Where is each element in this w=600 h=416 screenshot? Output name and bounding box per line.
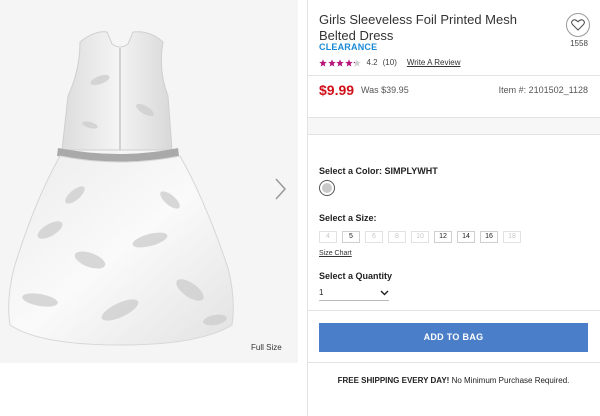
rating-stars [319, 58, 362, 67]
star-icon [319, 58, 327, 67]
size-option[interactable]: 6 [365, 231, 383, 243]
size-option[interactable]: 4 [319, 231, 337, 243]
size-option[interactable]: 14 [457, 231, 475, 243]
color-label: Select a Color: SIMPLYWHT [319, 166, 438, 176]
divider [308, 75, 600, 76]
star-icon [344, 58, 353, 67]
rating-value: 4.2 [366, 58, 378, 67]
next-image-arrow-icon[interactable] [270, 175, 290, 203]
divider [308, 362, 600, 363]
heart-icon [571, 19, 585, 31]
favorite-button[interactable] [566, 13, 590, 37]
quantity-label: Select a Quantity [319, 271, 393, 281]
size-options: 4 5 6 8 10 12 14 16 18 [319, 231, 526, 243]
shipping-message: FREE SHIPPING EVERY DAY! No Minimum Purc… [319, 376, 588, 385]
chevron-down-icon [380, 290, 389, 296]
color-swatch-simplywht[interactable] [319, 180, 335, 196]
size-option[interactable]: 10 [411, 231, 429, 243]
quantity-value: 1 [319, 288, 324, 297]
size-option[interactable]: 12 [434, 231, 452, 243]
rating-row: 4.2 (10) Write A Review [319, 57, 461, 68]
write-review-link[interactable]: Write A Review [407, 58, 461, 67]
size-chart-link[interactable]: Size Chart [319, 250, 352, 257]
shipping-rest: No Minimum Purchase Required. [449, 376, 570, 385]
add-to-bag-button[interactable]: ADD TO BAG [319, 323, 588, 352]
size-label: Select a Size: [319, 213, 377, 223]
sale-price: $9.99 [319, 82, 355, 98]
shipping-bold: FREE SHIPPING EVERY DAY! [337, 376, 450, 385]
size-option[interactable]: 18 [503, 231, 521, 243]
star-icon [336, 58, 344, 67]
product-title: Girls Sleeveless Foil Printed Mesh Belte… [319, 12, 517, 43]
star-icon [353, 58, 361, 67]
product-image-panel: Full Size [0, 0, 298, 363]
full-size-link[interactable]: Full Size [251, 343, 282, 352]
divider [308, 310, 600, 311]
size-option[interactable]: 16 [480, 231, 498, 243]
was-price: Was $39.95 [361, 85, 409, 95]
rating-count: (10) [382, 58, 397, 67]
section-divider [308, 117, 600, 135]
size-option[interactable]: 5 [342, 231, 360, 243]
dress-image[interactable] [0, 0, 298, 363]
clearance-badge: CLEARANCE [319, 42, 378, 52]
size-option[interactable]: 8 [388, 231, 406, 243]
product-info-panel: Girls Sleeveless Foil Printed Mesh Belte… [307, 0, 600, 416]
item-number: Item #: 2101502_1128 [498, 85, 588, 95]
star-icon [327, 58, 336, 67]
favorites-count: 1558 [570, 39, 588, 48]
quantity-select[interactable]: 1 [319, 286, 389, 301]
